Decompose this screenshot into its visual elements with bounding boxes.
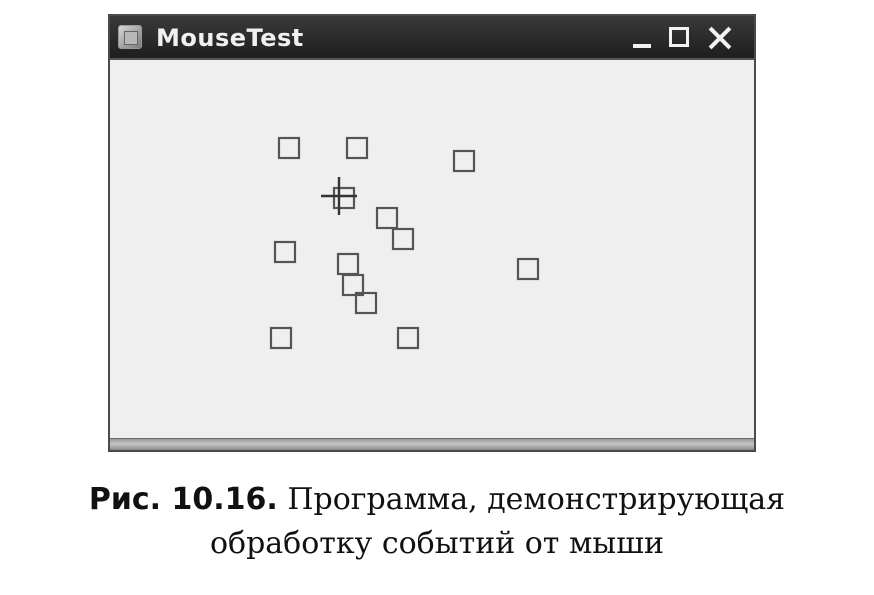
square[interactable] [375,206,399,230]
window-title: MouseTest [156,24,304,52]
square[interactable] [391,227,415,251]
squares-layer [269,136,540,350]
crosshair-icon [321,177,357,215]
maximize-icon[interactable] [666,24,694,52]
square[interactable] [332,186,356,210]
window-bottom-border [110,438,754,450]
figure-label: Рис. 10.16. [88,482,278,517]
caption-text-1: Программа, демонстрирующая [287,482,786,517]
caption-line-1: Рис. 10.16. Программа, демонстрирующая [0,478,874,522]
square[interactable] [277,136,301,160]
square[interactable] [396,326,420,350]
caption-line-2: обработку событий от мыши [209,526,665,561]
mousetest-window: MouseTest [108,14,756,452]
close-icon[interactable] [706,24,734,52]
square[interactable] [516,257,540,281]
square[interactable] [452,149,476,173]
square[interactable] [269,326,293,350]
app-icon[interactable] [118,25,142,49]
square[interactable] [345,136,369,160]
title-bar[interactable]: MouseTest [110,16,754,60]
minimize-icon[interactable] [628,24,656,52]
figure-caption: Рис. 10.16. Программа, демонстрирующая о… [0,478,874,566]
drawing-canvas[interactable] [110,60,754,438]
square[interactable] [273,240,297,264]
square[interactable] [336,252,360,276]
